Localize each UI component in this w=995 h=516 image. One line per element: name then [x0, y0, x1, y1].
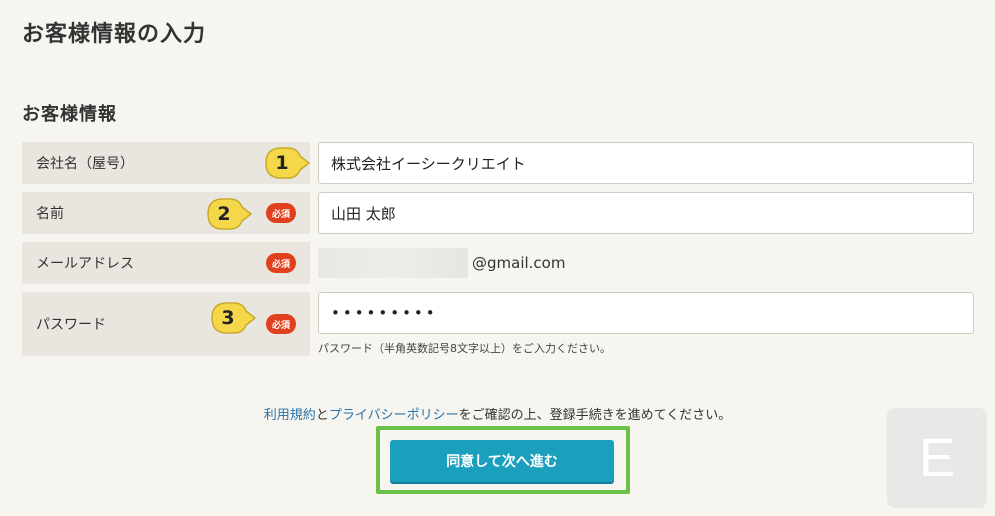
callout-1: 1 — [264, 146, 310, 180]
privacy-policy-link[interactable]: プライバシーポリシー — [329, 408, 459, 423]
required-badge: 必須 — [266, 314, 296, 334]
callout-number: 2 — [217, 203, 231, 225]
agreement-rest: をご確認の上、登録手続きを進めてください。 — [458, 408, 732, 423]
password-label: パスワード — [36, 317, 106, 333]
page-title: お客様情報の入力 — [22, 22, 207, 47]
callout-2: 2 — [206, 197, 252, 231]
company-label: 会社名（屋号） — [36, 156, 134, 172]
agreement-text: 利用規約とプライバシーポリシーをご確認の上、登録手続きを進めてください。 — [0, 404, 995, 423]
callout-3: 3 — [210, 301, 256, 335]
required-badge: 必須 — [266, 203, 296, 223]
password-input[interactable] — [318, 292, 974, 334]
callout-number: 1 — [275, 152, 289, 174]
site-logo: E — [887, 408, 987, 508]
name-label-cell: 名前 必須 — [22, 192, 310, 234]
email-label: メールアドレス — [36, 256, 134, 272]
email-domain: @gmail.com — [472, 254, 566, 272]
callout-number: 3 — [221, 307, 235, 329]
name-label: 名前 — [36, 206, 64, 222]
required-badge: 必須 — [266, 253, 296, 273]
password-label-cell: パスワード 必須 — [22, 292, 310, 356]
agree-next-button[interactable]: 同意して次へ進む — [390, 440, 614, 482]
email-label-cell: メールアドレス 必須 — [22, 242, 310, 284]
section-title: お客様情報 — [22, 104, 117, 125]
email-redacted-block — [318, 248, 468, 278]
password-hint: パスワード（半角英数記号8文字以上）をご入力ください。 — [318, 342, 611, 355]
email-value: @gmail.com — [318, 244, 565, 282]
agreement-and: と — [315, 408, 329, 423]
name-input[interactable] — [318, 192, 974, 234]
terms-link[interactable]: 利用規約 — [264, 408, 316, 423]
company-input[interactable] — [318, 142, 974, 184]
